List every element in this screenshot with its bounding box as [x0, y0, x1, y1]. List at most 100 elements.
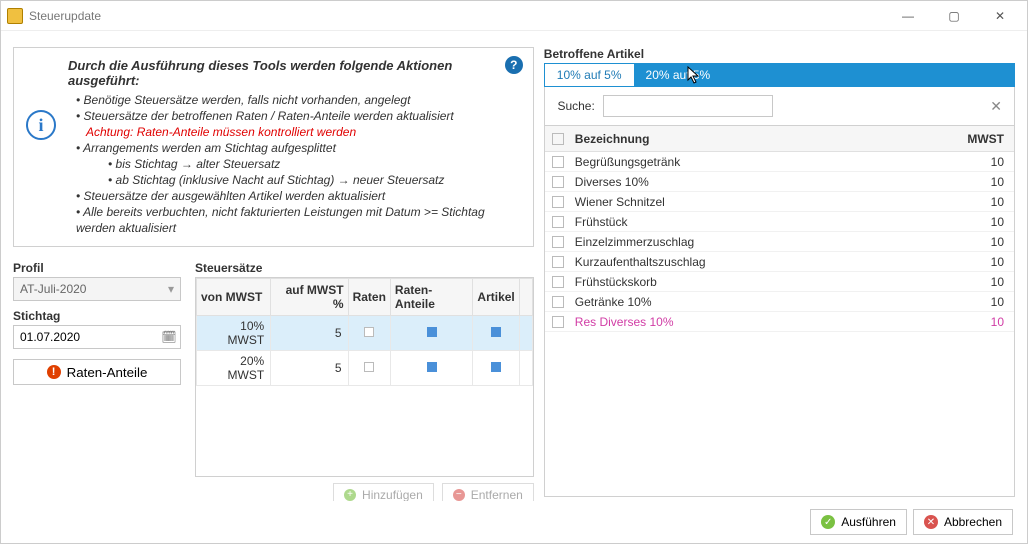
remove-label: Entfernen [471, 488, 523, 501]
article-name: Frühstück [571, 215, 958, 229]
intro-sub-bullet: ab Stichtag (inklusive Nacht auf Stichta… [108, 172, 519, 188]
calendar-icon[interactable]: 🗓 [159, 327, 179, 347]
close-button[interactable]: ✕ [977, 1, 1023, 31]
intro-bullet: Alle bereits verbuchten, nicht fakturier… [76, 204, 519, 236]
add-label: Hinzufügen [362, 488, 423, 501]
article-row[interactable]: Res Diverses 10%10 [545, 312, 1014, 332]
intro-warning: Achtung: Raten-Anteile müssen kontrollie… [86, 124, 519, 140]
col-mwst[interactable]: MWST [958, 132, 1014, 146]
intro-bullet: Arrangements werden am Stichtag aufgespl… [76, 140, 519, 156]
search-input[interactable] [603, 95, 773, 117]
article-row[interactable]: Kurzaufenthaltszuschlag10 [545, 252, 1014, 272]
intro-heading: Durch die Ausführung dieses Tools werden… [68, 58, 519, 88]
article-checkbox[interactable] [552, 276, 564, 288]
cell-raten-anteile[interactable] [390, 351, 473, 386]
article-mwst: 10 [958, 275, 1014, 289]
help-icon[interactable]: ? [505, 56, 523, 74]
profil-label: Profil [13, 261, 181, 275]
stichtag-input[interactable] [13, 325, 181, 349]
stichtag-label: Stichtag [13, 309, 181, 323]
tab-20-auf-5[interactable]: 20% auf 5% [634, 64, 1014, 86]
plus-icon: + [344, 489, 356, 501]
article-mwst: 10 [958, 155, 1014, 169]
execute-label: Ausführen [841, 515, 896, 529]
article-mwst: 10 [958, 295, 1014, 309]
article-checkbox[interactable] [552, 256, 564, 268]
article-row[interactable]: Diverses 10%10 [545, 172, 1014, 192]
raten-anteile-label: Raten-Anteile [67, 365, 148, 380]
clear-search-icon[interactable]: ✕ [990, 98, 1002, 115]
col-auf-mwst[interactable]: auf MWST % [271, 279, 348, 316]
maximize-button[interactable]: ▢ [931, 1, 977, 31]
article-checkbox[interactable] [552, 236, 564, 248]
article-name: Begrüßungsgetränk [571, 155, 958, 169]
tax-row[interactable]: 10% MWST5 [197, 316, 533, 351]
betroffene-label: Betroffene Artikel [544, 47, 1015, 61]
minus-icon: − [453, 489, 465, 501]
article-row[interactable]: Frühstückskorb10 [545, 272, 1014, 292]
article-grid[interactable]: Bezeichnung MWST Begrüßungsgetränk10Dive… [544, 126, 1015, 497]
intro-sub-bullet: bis Stichtag → alter Steuersatz [108, 156, 519, 172]
cell-artikel[interactable] [473, 351, 519, 386]
article-name: Res Diverses 10% [571, 315, 958, 329]
article-name: Diverses 10% [571, 175, 958, 189]
warning-icon: ! [47, 365, 61, 379]
select-all-checkbox[interactable] [552, 133, 564, 145]
article-mwst: 10 [958, 235, 1014, 249]
add-button[interactable]: + Hinzufügen [333, 483, 434, 501]
article-mwst: 10 [958, 215, 1014, 229]
raten-anteile-button[interactable]: ! Raten-Anteile [13, 359, 181, 385]
article-row[interactable]: Einzelzimmerzuschlag10 [545, 232, 1014, 252]
article-checkbox[interactable] [552, 156, 564, 168]
col-artikel[interactable]: Artikel [473, 279, 519, 316]
cell-auf-mwst[interactable]: 5 [271, 351, 348, 386]
intro-bullet: Steuersätze der betroffenen Raten / Rate… [76, 108, 519, 124]
article-mwst: 10 [958, 195, 1014, 209]
execute-button[interactable]: ✓ Ausführen [810, 509, 907, 535]
article-checkbox[interactable] [552, 176, 564, 188]
article-checkbox[interactable] [552, 316, 564, 328]
cell-von-mwst: 20% MWST [197, 351, 271, 386]
article-mwst: 10 [958, 315, 1014, 329]
article-row[interactable]: Begrüßungsgetränk10 [545, 152, 1014, 172]
cell-artikel[interactable] [473, 316, 519, 351]
minimize-button[interactable]: — [885, 1, 931, 31]
article-name: Getränke 10% [571, 295, 958, 309]
col-raten[interactable]: Raten [348, 279, 390, 316]
intro-panel: i ? Durch die Ausführung dieses Tools we… [13, 47, 534, 247]
col-von-mwst[interactable]: von MWST [197, 279, 271, 316]
article-mwst: 10 [958, 255, 1014, 269]
remove-button[interactable]: − Entfernen [442, 483, 534, 501]
chevron-down-icon: ▾ [168, 282, 174, 296]
steuersaetze-label: Steuersätze [195, 261, 534, 275]
article-checkbox[interactable] [552, 196, 564, 208]
col-bezeichnung[interactable]: Bezeichnung [571, 132, 958, 146]
article-checkbox[interactable] [552, 216, 564, 228]
intro-bullet: Steuersätze der ausgewählten Artikel wer… [76, 188, 519, 204]
tax-row[interactable]: 20% MWST5 [197, 351, 533, 386]
article-row[interactable]: Frühstück10 [545, 212, 1014, 232]
cell-raten[interactable] [348, 316, 390, 351]
article-tabs: 10% auf 5% 20% auf 5% [544, 63, 1015, 87]
tab-10-auf-5[interactable]: 10% auf 5% [545, 64, 634, 86]
profil-select[interactable]: AT-Juli-2020 ▾ [13, 277, 181, 301]
window-title: Steuerupdate [29, 9, 885, 23]
article-name: Frühstückskorb [571, 275, 958, 289]
check-icon: ✓ [821, 515, 835, 529]
article-name: Einzelzimmerzuschlag [571, 235, 958, 249]
cancel-button[interactable]: ✕ Abbrechen [913, 509, 1013, 535]
article-name: Wiener Schnitzel [571, 195, 958, 209]
app-icon [7, 8, 23, 24]
cell-raten-anteile[interactable] [390, 316, 473, 351]
info-icon: i [26, 110, 56, 140]
article-mwst: 10 [958, 175, 1014, 189]
article-row[interactable]: Wiener Schnitzel10 [545, 192, 1014, 212]
search-label: Suche: [549, 99, 595, 113]
article-row[interactable]: Getränke 10%10 [545, 292, 1014, 312]
article-checkbox[interactable] [552, 296, 564, 308]
tax-grid[interactable]: von MWST auf MWST % Raten Raten-Anteile … [195, 277, 534, 477]
cell-auf-mwst[interactable]: 5 [271, 316, 348, 351]
col-raten-anteile[interactable]: Raten-Anteile [390, 279, 473, 316]
cell-raten[interactable] [348, 351, 390, 386]
cancel-icon: ✕ [924, 515, 938, 529]
